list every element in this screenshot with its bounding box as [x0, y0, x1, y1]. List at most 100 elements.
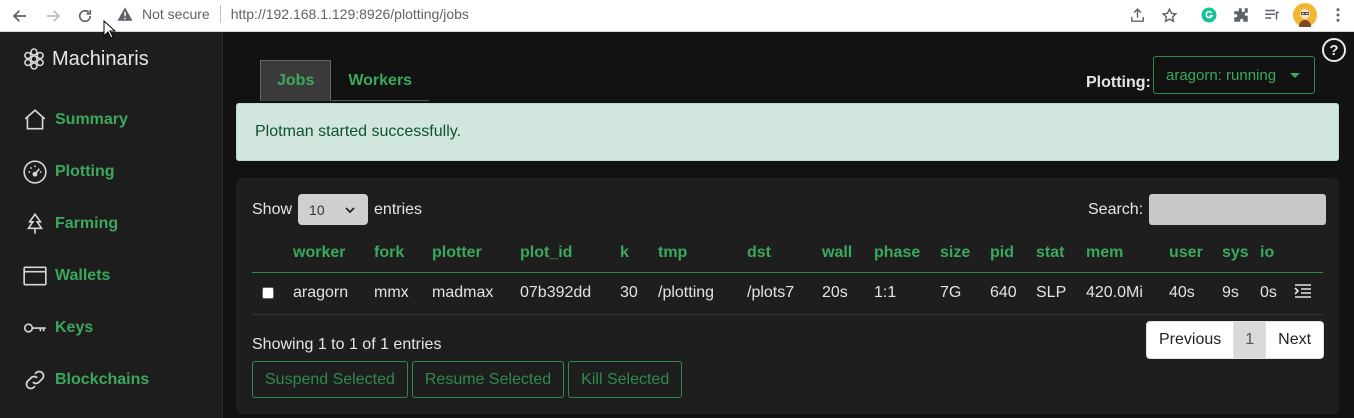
table-row[interactable]: aragorn mmx madmax 07b392dd 30 /plotting… [252, 272, 1323, 315]
sidebar: Machinaris Summary Plotting Farming Wall… [0, 32, 223, 418]
alert-message: Plotman started successfully. [255, 123, 462, 140]
select-cell [252, 272, 293, 315]
sidebar-item-plotting[interactable]: Plotting [22, 159, 115, 185]
resume-selected-button[interactable]: Resume Selected [411, 361, 565, 398]
main-content: ? Jobs Workers Plotting: aragorn: runnin… [224, 32, 1354, 418]
star-icon [1161, 6, 1177, 23]
job-actions: Suspend Selected Resume Selected Kill Se… [252, 361, 686, 398]
brand[interactable]: Machinaris [22, 47, 149, 71]
column-header[interactable]: pid [990, 234, 1036, 273]
column-header[interactable]: k [620, 234, 658, 273]
plotting-worker-dropdown[interactable]: aragorn: running [1153, 56, 1315, 94]
column-header[interactable]: sys [1222, 234, 1260, 273]
indent-details-icon [1294, 283, 1311, 298]
back-button[interactable] [7, 3, 33, 29]
column-header[interactable]: stat [1036, 234, 1086, 273]
column-header[interactable]: user [1169, 234, 1222, 273]
sidebar-item-label: Keys [55, 319, 94, 336]
sidebar-item-label: Plotting [55, 163, 115, 180]
tab-jobs[interactable]: Jobs [260, 60, 332, 101]
search-label: Search: [1088, 200, 1144, 218]
row-details-button[interactable] [1293, 272, 1323, 315]
column-header[interactable]: wall [822, 234, 874, 273]
table-cell: /plotting [658, 272, 747, 315]
reading-list-button[interactable] [1260, 3, 1284, 27]
playlist-icon [1265, 9, 1279, 20]
plotting-dropdown-value: aragorn: running [1166, 66, 1277, 84]
table-cell: mmx [374, 272, 432, 315]
table-cell: /plots7 [747, 272, 822, 315]
tree-icon [26, 212, 44, 234]
extension-grammarly[interactable] [1197, 3, 1221, 27]
reload-icon [78, 9, 92, 23]
tabs: Jobs Workers [260, 60, 430, 101]
column-header[interactable]: tmp [658, 234, 747, 273]
machinaris-logo-icon [24, 48, 44, 70]
page-size-control: Show 10 entries [252, 194, 422, 225]
sidebar-item-wallets[interactable]: Wallets [22, 263, 110, 289]
link-icon [25, 370, 45, 390]
wallet-icon [23, 266, 47, 286]
success-alert: Plotman started successfully. [236, 103, 1339, 161]
column-header[interactable]: io [1260, 234, 1293, 273]
table-cell: 420.0Mi [1086, 272, 1169, 315]
house-icon [24, 109, 46, 130]
page-size-select[interactable]: 10 [298, 194, 369, 225]
sidebar-item-keys[interactable]: Keys [22, 315, 93, 341]
browser-toolbar: Not secure http://192.168.1.129:8926/plo… [0, 0, 1354, 32]
column-header[interactable]: plot_id [520, 234, 620, 273]
chevron-down-icon [345, 207, 355, 214]
current-page-button[interactable]: 1 [1234, 322, 1267, 358]
mouse-cursor-icon [103, 20, 117, 39]
tab-workers[interactable]: Workers [331, 60, 429, 101]
address-divider [219, 5, 221, 23]
sidebar-item-label: Farming [55, 215, 119, 232]
column-header[interactable]: fork [374, 234, 432, 273]
column-header[interactable]: phase [874, 234, 940, 273]
entries-label: entries [374, 200, 423, 218]
share-icon [1130, 7, 1144, 22]
address-bar[interactable]: Not secure http://192.168.1.129:8926/plo… [106, 0, 1188, 28]
table-header-row: worker fork plotter plot_id k tmp dst wa… [252, 234, 1323, 273]
forward-button[interactable] [40, 3, 66, 29]
table-cell: 640 [990, 272, 1036, 315]
row-select-checkbox[interactable] [262, 287, 274, 299]
key-icon [23, 323, 46, 333]
avatar-icon [1293, 3, 1317, 27]
column-header[interactable]: dst [747, 234, 822, 273]
reload-button[interactable] [72, 3, 98, 29]
bookmark-button[interactable] [1157, 3, 1181, 27]
table-info: Showing 1 to 1 of 1 entries [252, 336, 442, 353]
arrow-right-icon [47, 10, 61, 22]
caret-down-icon [1290, 73, 1300, 78]
browser-menu-button[interactable] [1326, 3, 1350, 27]
detail-column-header [1293, 234, 1323, 273]
sidebar-item-blockchains[interactable]: Blockchains [22, 367, 149, 393]
column-header[interactable]: plotter [432, 234, 520, 273]
column-header[interactable]: mem [1086, 234, 1169, 273]
kill-selected-button[interactable]: Kill Selected [568, 361, 683, 398]
sidebar-item-farming[interactable]: Farming [22, 211, 118, 237]
previous-page-button[interactable]: Previous [1147, 322, 1235, 358]
page-size-value: 10 [309, 201, 325, 218]
search-input[interactable] [1149, 194, 1327, 225]
warning-icon [117, 7, 133, 21]
sidebar-item-summary[interactable]: Summary [22, 107, 128, 133]
url-text: http://192.168.1.129:8926/plotting/jobs [230, 6, 469, 22]
help-icon[interactable]: ? [1322, 38, 1346, 62]
speedometer-icon [23, 160, 47, 184]
column-header[interactable]: size [940, 234, 990, 273]
plotting-label: Plotting: [1086, 74, 1151, 91]
sidebar-item-label: Summary [55, 111, 128, 128]
next-page-button[interactable]: Next [1266, 322, 1324, 358]
arrow-left-icon [12, 10, 26, 22]
extensions-button[interactable] [1229, 3, 1253, 27]
security-label: Not secure [142, 6, 210, 22]
table-cell: SLP [1036, 272, 1086, 315]
column-header[interactable]: worker [293, 234, 374, 273]
table-cell: 9s [1222, 272, 1260, 315]
share-button[interactable] [1125, 3, 1149, 27]
show-label: Show [252, 200, 293, 218]
profile-avatar[interactable] [1292, 2, 1318, 28]
suspend-selected-button[interactable]: Suspend Selected [252, 361, 408, 398]
